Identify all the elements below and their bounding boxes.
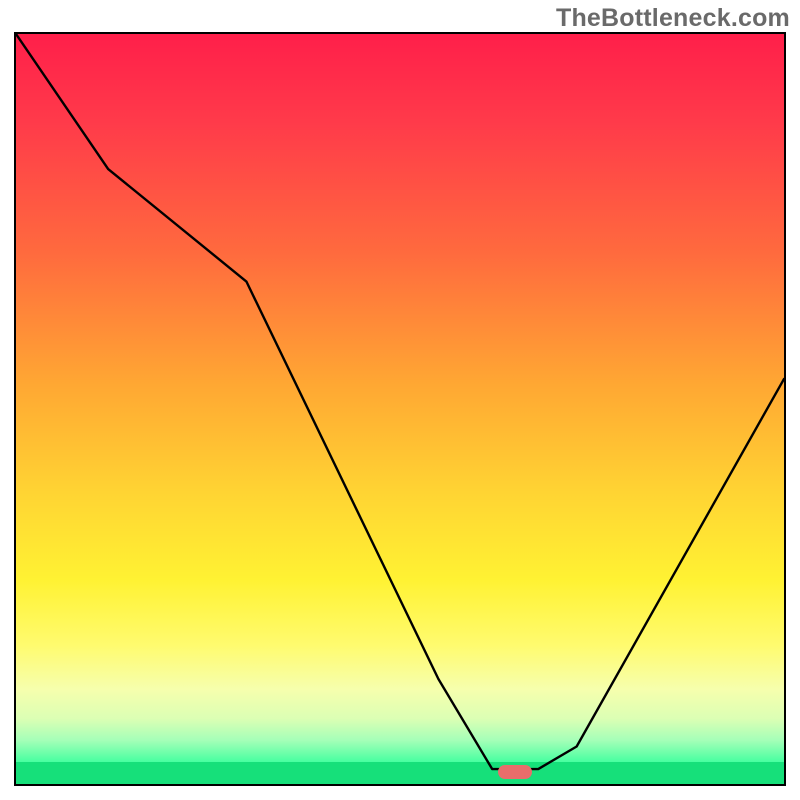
plot-area <box>14 32 786 786</box>
curve-path <box>16 34 784 769</box>
bottleneck-curve <box>16 34 784 784</box>
watermark-text: TheBottleneck.com <box>556 4 790 33</box>
optimum-marker <box>498 765 532 779</box>
chart-frame: TheBottleneck.com <box>0 0 800 800</box>
